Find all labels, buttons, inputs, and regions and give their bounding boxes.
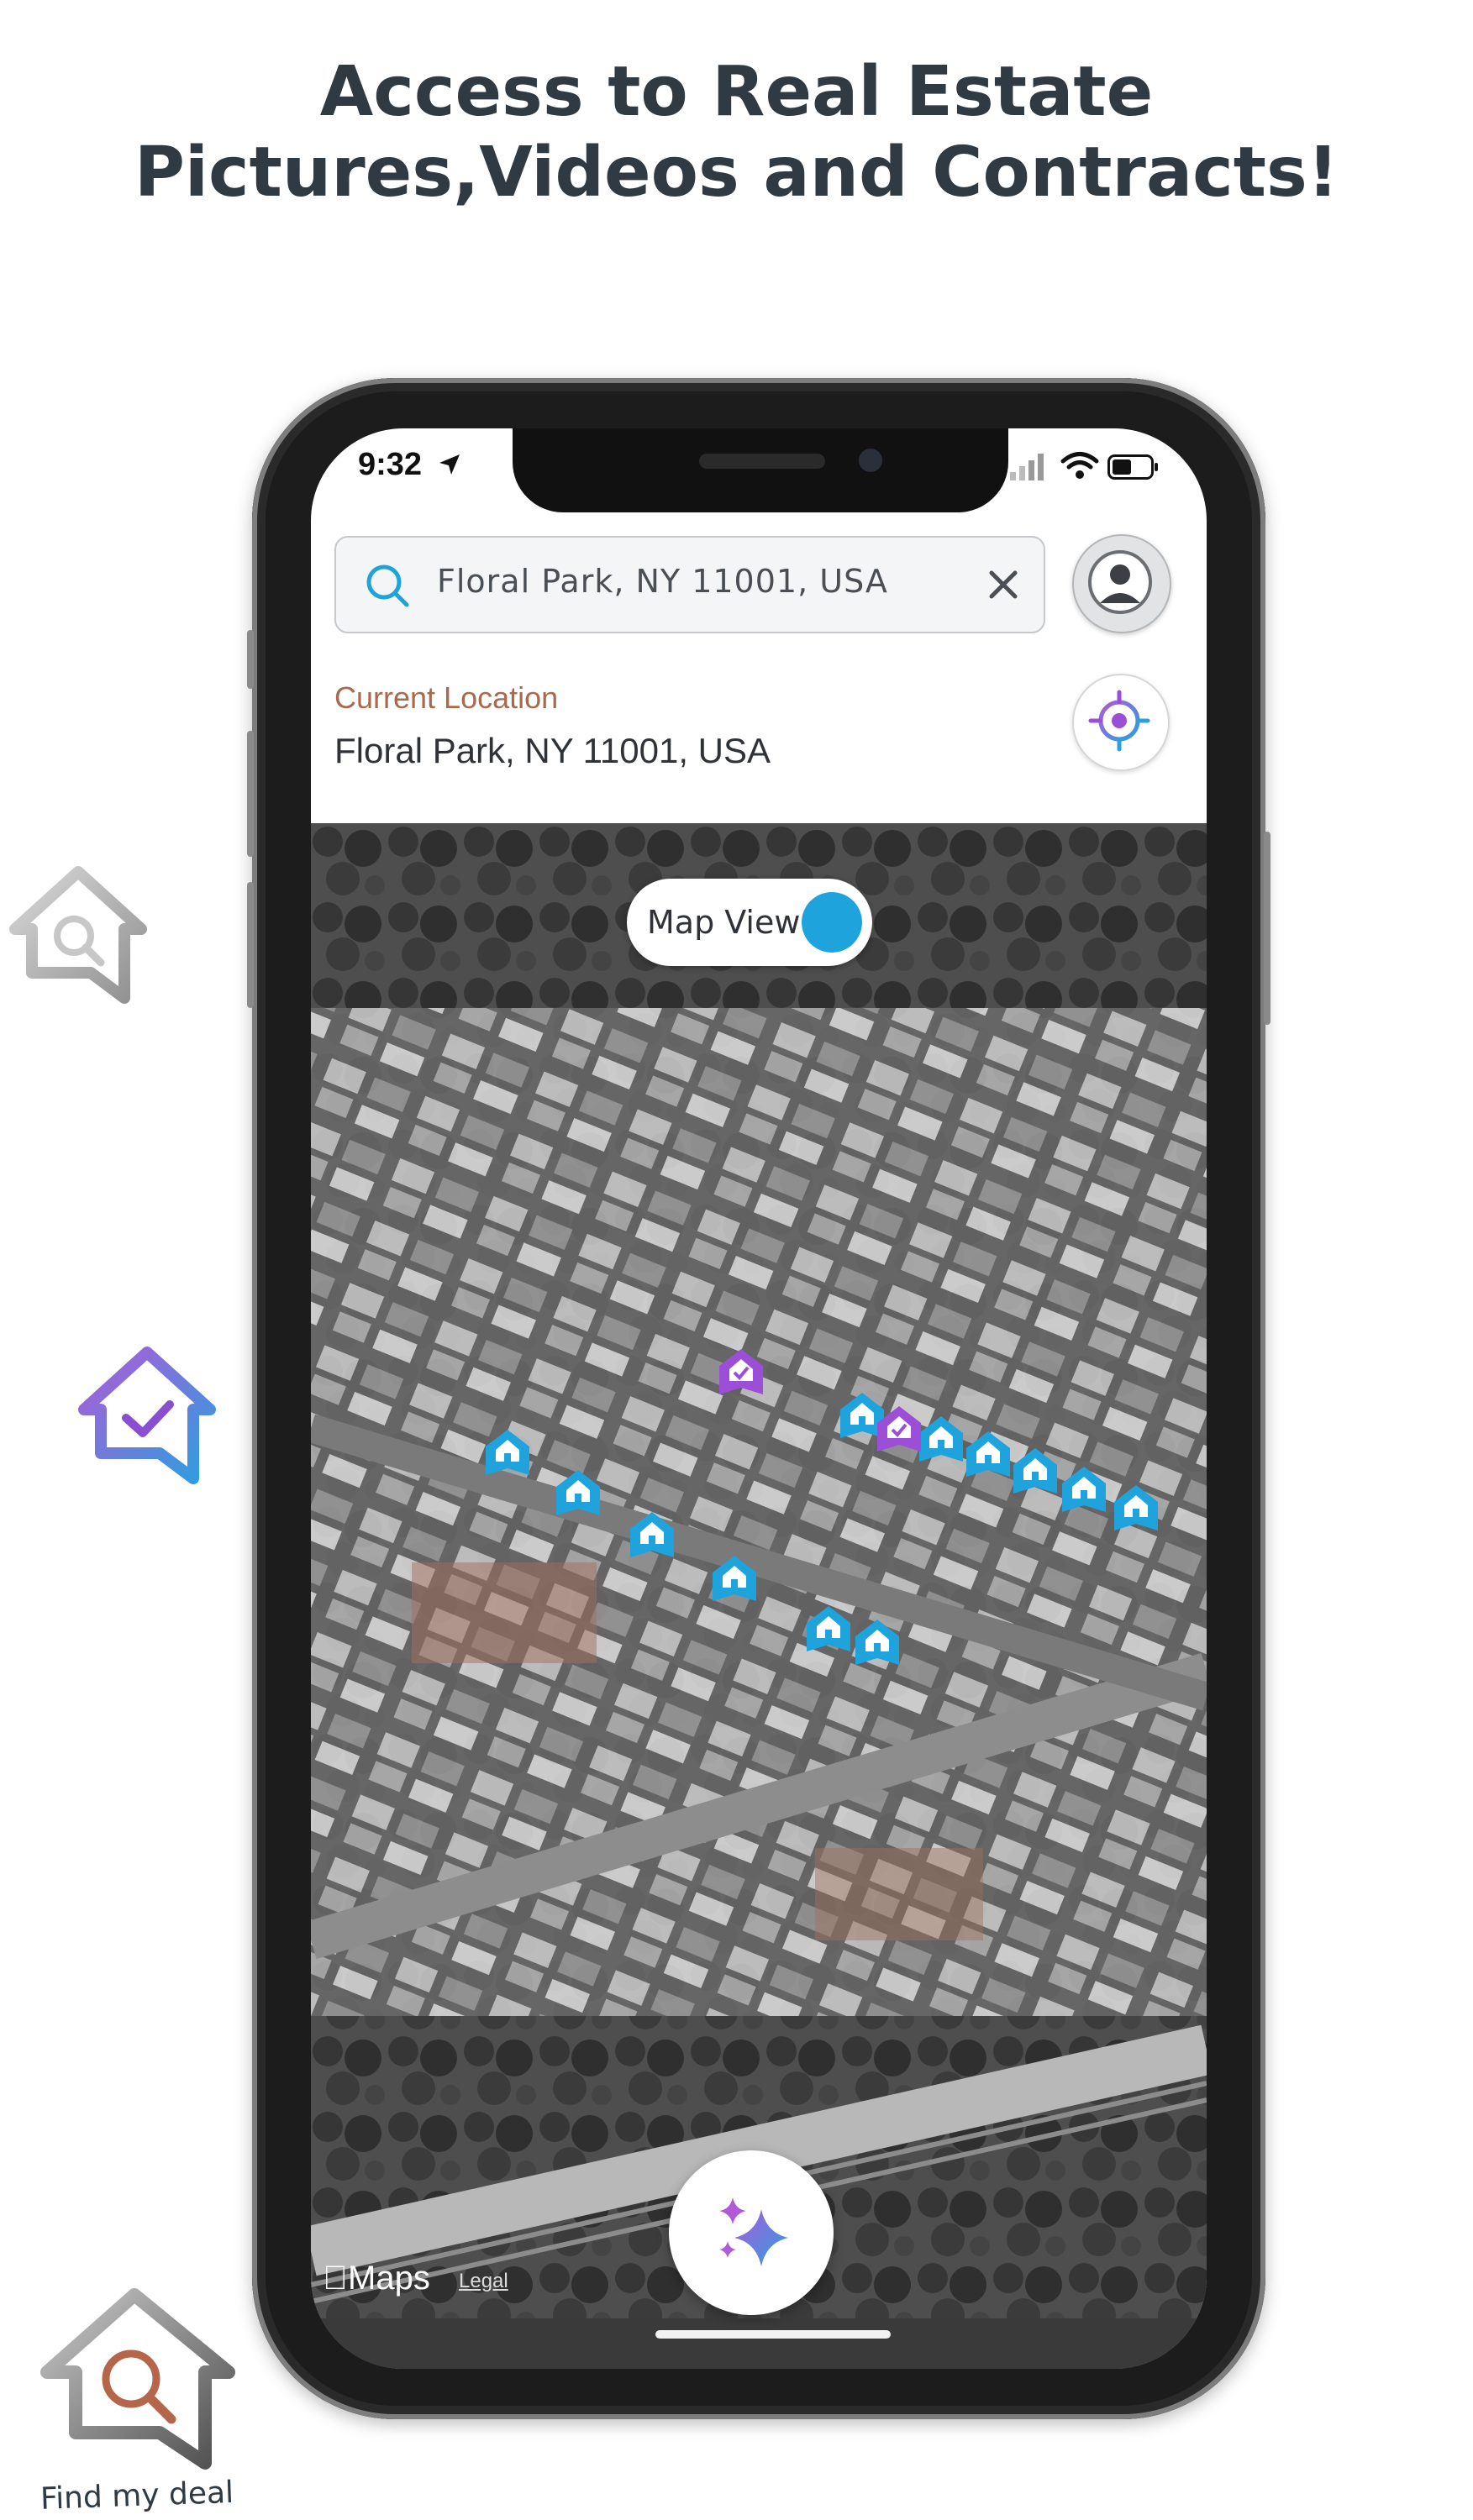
toggle-knob[interactable] <box>802 892 862 953</box>
search-input[interactable]: Floral Park, NY 11001, USA <box>437 563 888 600</box>
apple-maps-brand: Maps <box>323 2260 430 2297</box>
ai-assist-button[interactable] <box>669 2150 834 2315</box>
search-icon <box>366 564 409 607</box>
current-location-value: Floral Park, NY 11001, USA <box>334 731 771 770</box>
apple-logo-icon:  <box>323 2260 348 2297</box>
map-view-toggle[interactable]: Map View <box>627 879 872 966</box>
house-pin-icon[interactable] <box>484 1428 531 1478</box>
house-pin-icon[interactable] <box>555 1468 602 1519</box>
headline-line-1: Access to Real Estate <box>319 52 1154 132</box>
status-time-text: 9:32 <box>358 447 423 482</box>
power-button <box>1264 832 1270 1025</box>
avatar-icon <box>1088 550 1152 614</box>
locate-button[interactable] <box>1072 674 1170 771</box>
location-arrow-icon <box>439 454 460 475</box>
wifi-icon <box>1060 452 1099 479</box>
silent-switch <box>247 630 254 689</box>
house-pin-icon[interactable] <box>918 1415 965 1465</box>
phone-screen: 9:32 Floral Park, NY 11001, USA Current … <box>311 428 1207 2369</box>
battery-icon <box>1107 454 1158 480</box>
house-pin-icon[interactable] <box>629 1510 676 1561</box>
house-pin-icon[interactable] <box>1113 1483 1160 1534</box>
map-view-toggle-label: Map View <box>647 904 801 941</box>
status-icons <box>1008 449 1160 482</box>
aerial-map-image <box>311 823 1207 2369</box>
signal-icon <box>1010 454 1044 480</box>
volume-down-button <box>247 882 254 1008</box>
house-pin-icon[interactable] <box>1012 1446 1059 1497</box>
camera <box>859 449 882 472</box>
house-search-icon <box>9 866 147 1004</box>
search-bar[interactable]: Floral Park, NY 11001, USA <box>334 536 1045 633</box>
sparkle-icon <box>719 2197 788 2266</box>
legal-link[interactable]: Legal <box>459 2270 508 2293</box>
map-view[interactable]: Map View Maps Lega <box>311 823 1207 2369</box>
locate-icon <box>1088 690 1150 752</box>
close-icon[interactable] <box>985 566 1022 603</box>
current-location-label: Current Location <box>334 680 559 715</box>
volume-up-button <box>247 731 254 857</box>
notch <box>513 428 1008 512</box>
home-indicator[interactable] <box>655 2330 891 2339</box>
house-check-pin-icon[interactable] <box>718 1347 765 1398</box>
house-pin-icon[interactable] <box>854 1618 901 1668</box>
headline: Access to Real Estate Pictures,Videos an… <box>0 52 1473 213</box>
profile-button[interactable] <box>1072 534 1171 633</box>
phone-frame: 9:32 Floral Park, NY 11001, USA Current … <box>247 378 1270 2419</box>
house-check-pin-icon[interactable] <box>876 1404 923 1455</box>
status-time: 9:32 <box>358 447 463 483</box>
maps-brand-text: Maps <box>323 2260 430 2297</box>
house-pin-icon[interactable] <box>711 1554 758 1604</box>
house-search-logo-icon <box>40 2288 235 2470</box>
house-pin-icon[interactable] <box>965 1430 1012 1480</box>
house-check-icon <box>78 1347 216 1484</box>
speaker <box>699 454 825 469</box>
find-my-deal-caption: Find my deal <box>39 2475 234 2517</box>
house-pin-icon[interactable] <box>1060 1465 1107 1515</box>
house-pin-icon[interactable] <box>805 1604 852 1655</box>
headline-line-2: Pictures,Videos and Contracts! <box>134 133 1339 213</box>
